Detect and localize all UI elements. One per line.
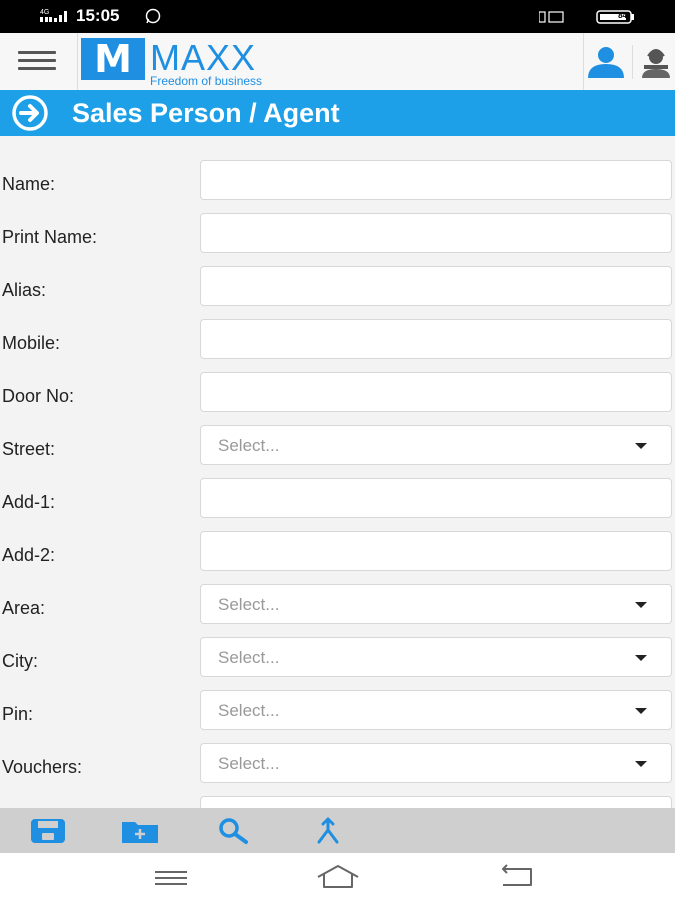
caret-down-icon xyxy=(635,655,647,661)
field-label: Vouchers: xyxy=(2,757,83,777)
battery-level: 84 xyxy=(618,11,627,20)
field-label: Print Name: xyxy=(2,227,98,247)
form-row-pin: Pin: Select... xyxy=(0,690,675,743)
network-type: 4G xyxy=(40,9,49,16)
form-row-street: Street: Select... xyxy=(0,425,675,478)
select-placeholder: Select... xyxy=(218,754,280,773)
arrow-circle-right-icon[interactable] xyxy=(12,95,48,131)
field-label: Area: xyxy=(2,598,46,618)
caret-down-icon xyxy=(635,761,647,767)
system-nav-bar xyxy=(0,853,675,900)
form-row-door-no: Door No: xyxy=(0,372,675,425)
alias-input[interactable] xyxy=(200,266,672,306)
caret-down-icon xyxy=(635,602,647,608)
add-1-input[interactable] xyxy=(200,478,672,518)
battery-icon xyxy=(596,10,634,24)
logo-tagline: Freedom of business xyxy=(150,74,263,88)
app-header: M MAXX Freedom of business xyxy=(0,33,675,91)
logo: M MAXX Freedom of business xyxy=(77,33,584,90)
whatsapp-icon xyxy=(145,8,161,24)
city-select[interactable]: Select... xyxy=(200,637,672,677)
save-icon[interactable] xyxy=(28,817,68,845)
form-row-area: Area: Select... xyxy=(0,584,675,637)
door-no-input[interactable] xyxy=(200,372,672,412)
user-profile-icon[interactable] xyxy=(586,45,626,79)
form-row-print-name: Print Name: xyxy=(0,213,675,266)
menu-icon[interactable] xyxy=(18,51,56,73)
page-title-bar: Sales Person / Agent xyxy=(0,90,675,136)
mobile-input[interactable] xyxy=(200,319,672,359)
field-label: City: xyxy=(2,651,38,671)
form-row-partial xyxy=(0,796,675,808)
sales-person-form: Name: Print Name: Alias: Mobile: Door No… xyxy=(0,136,675,808)
vouchers-select[interactable]: Select... xyxy=(200,743,672,783)
action-toolbar xyxy=(0,808,675,853)
field-label: Pin: xyxy=(2,704,34,724)
search-icon[interactable] xyxy=(213,817,253,845)
field-label: Name: xyxy=(2,174,56,194)
field-label: Alias: xyxy=(2,280,47,300)
print-name-input[interactable] xyxy=(200,213,672,253)
field-label: Door No: xyxy=(2,386,75,406)
home-icon[interactable] xyxy=(315,863,361,891)
caret-down-icon xyxy=(635,708,647,714)
select-placeholder: Select... xyxy=(218,701,280,720)
logo-name: MAXX xyxy=(150,37,257,78)
back-icon[interactable] xyxy=(493,863,539,891)
add-2-input[interactable] xyxy=(200,531,672,571)
form-row-add-1: Add-1: xyxy=(0,478,675,531)
name-input[interactable] xyxy=(200,160,672,200)
new-folder-icon[interactable] xyxy=(120,817,160,845)
recent-apps-icon[interactable] xyxy=(148,863,194,891)
volte-icon xyxy=(548,11,564,23)
form-row-city: City: Select... xyxy=(0,637,675,690)
form-row-alias: Alias: xyxy=(0,266,675,319)
merge-icon[interactable] xyxy=(308,817,348,845)
select-placeholder: Select... xyxy=(218,595,280,614)
support-agent-icon[interactable] xyxy=(632,45,675,79)
area-select[interactable]: Select... xyxy=(200,584,672,624)
status-bar: 4G 15:05 84 xyxy=(0,0,675,33)
caret-down-icon xyxy=(635,443,647,449)
field-label: Street: xyxy=(2,439,56,459)
logo-mark: M xyxy=(81,38,145,80)
select-placeholder: Select... xyxy=(218,648,280,667)
clock: 15:05 xyxy=(76,6,120,25)
page-title: Sales Person / Agent xyxy=(72,98,340,128)
vibrate-icon xyxy=(539,11,546,23)
select-placeholder: Select... xyxy=(218,436,280,455)
field-label: Add-1: xyxy=(2,492,56,512)
next-field-partial[interactable] xyxy=(200,796,672,808)
pin-select[interactable]: Select... xyxy=(200,690,672,730)
form-row-mobile: Mobile: xyxy=(0,319,675,372)
field-label: Add-2: xyxy=(2,545,56,565)
field-label: Mobile: xyxy=(2,333,61,353)
form-row-vouchers: Vouchers: Select... xyxy=(0,743,675,796)
form-row-name: Name: xyxy=(0,160,675,213)
street-select[interactable]: Select... xyxy=(200,425,672,465)
form-row-add-2: Add-2: xyxy=(0,531,675,584)
signal-icon: 4G xyxy=(40,9,67,22)
